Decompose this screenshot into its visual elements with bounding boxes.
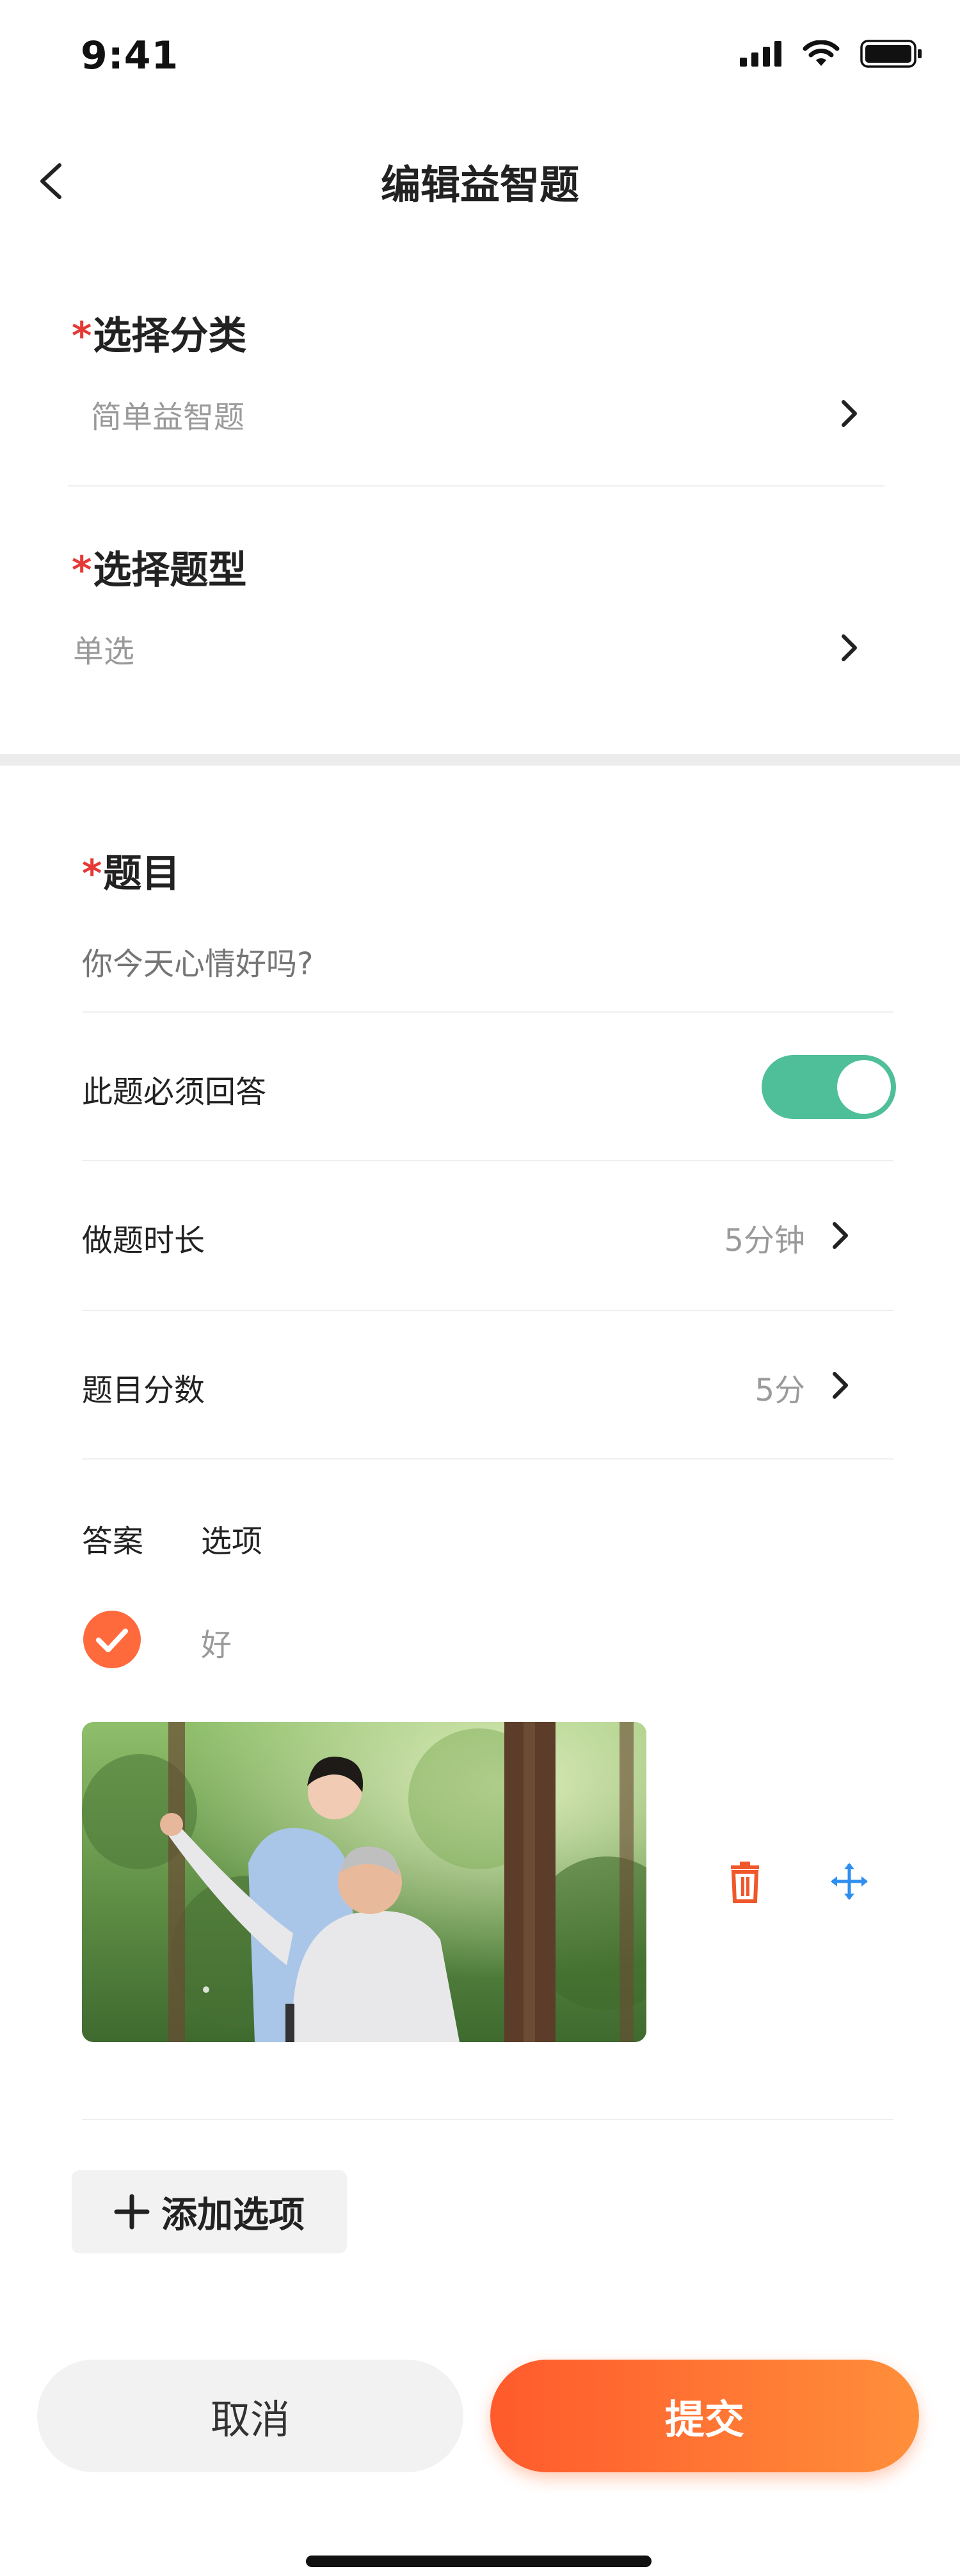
chevron-right-icon [833,1222,848,1249]
battery-icon [860,40,922,68]
required-mark: * [72,548,92,593]
score-value: 5分 [755,1373,805,1408]
home-indicator [306,2556,652,2567]
divider [82,1310,893,1311]
category-label-text: 选择分类 [93,314,247,358]
option-image [82,1722,646,2042]
wifi-icon [803,40,840,66]
divider [68,485,884,487]
signal-icon [740,41,781,67]
move-icon[interactable] [829,1862,869,1901]
add-option-button[interactable]: 添加选项 [72,2170,347,2253]
divider [82,1160,893,1161]
question-label-text: 题目 [103,851,180,896]
required-answer-toggle[interactable] [762,1055,896,1119]
question-type-selector[interactable]: 单选 [72,618,865,682]
plus-icon [114,2194,150,2230]
submit-button[interactable]: 提交 [490,2360,919,2472]
required-mark: * [72,314,92,358]
category-value: 简单益智题 [91,399,245,435]
question-type-label: *选择题型 [72,539,246,595]
correct-answer-checkbox[interactable] [83,1611,141,1668]
chevron-right-icon [842,400,857,427]
cancel-button[interactable]: 取消 [37,2360,463,2472]
section-separator [0,754,960,766]
question-type-label-text: 选择题型 [93,548,247,593]
question-type-value: 单选 [73,634,135,670]
category-selector[interactable]: 简单益智题 [72,384,865,448]
submit-label: 提交 [664,2396,744,2443]
required-answer-label: 此题必须回答 [82,1074,267,1110]
add-option-label: 添加选项 [161,2194,305,2236]
toggle-knob [837,1060,891,1114]
option-column-label: 选项 [201,1524,263,1559]
duration-label: 做题时长 [82,1223,205,1259]
score-label: 题目分数 [82,1373,205,1408]
cancel-label: 取消 [210,2396,290,2443]
answer-column-label: 答案 [82,1524,144,1559]
status-icons [740,40,923,68]
duration-value: 5分钟 [724,1223,805,1259]
divider [82,2119,893,2120]
status-time: 9:41 [81,33,179,78]
option-text[interactable]: 好 [201,1620,232,1664]
divider [82,1458,893,1460]
chevron-right-icon [842,634,857,661]
check-icon [96,1629,128,1652]
chevron-right-icon [833,1372,848,1399]
delete-icon[interactable] [724,1862,765,1905]
divider [82,1011,893,1013]
required-mark: * [82,851,102,896]
score-row[interactable]: 题目分数 5分 [82,1340,893,1430]
elderly-caregiver-photo [82,1722,646,2042]
category-label: *选择分类 [72,305,246,360]
question-input[interactable] [82,938,882,990]
page-title: 编辑益智题 [380,161,579,208]
duration-row[interactable]: 做题时长 5分钟 [82,1191,893,1280]
question-label: *题目 [82,842,180,898]
